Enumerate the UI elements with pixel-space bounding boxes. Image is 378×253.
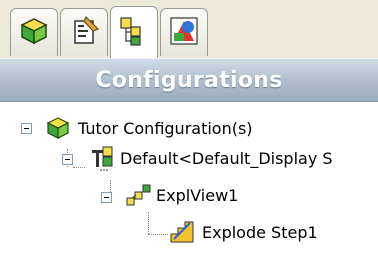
configuration-manager-icon bbox=[116, 13, 152, 53]
configurations-header: Configurations bbox=[0, 58, 378, 102]
collapse-root-button[interactable] bbox=[21, 123, 32, 134]
tree-node-root[interactable]: Tutor Configuration(s) bbox=[44, 112, 253, 144]
tree-node-default-config[interactable]: Default<Default_Display S bbox=[88, 142, 333, 174]
tab-property-manager[interactable] bbox=[60, 8, 108, 56]
tree-node-explode-step[interactable]: Explode Step1 bbox=[168, 216, 318, 248]
tree-connector bbox=[73, 167, 85, 168]
tree-node-label: Tutor Configuration(s) bbox=[78, 118, 253, 138]
tree-node-explview[interactable]: ExplView1 bbox=[124, 179, 238, 211]
display-manager-icon bbox=[166, 13, 202, 53]
explode-step-icon bbox=[168, 218, 196, 246]
tab-strip bbox=[0, 0, 378, 62]
collapse-default-button[interactable] bbox=[62, 154, 73, 165]
config-default-icon bbox=[88, 144, 116, 172]
collapse-explview-button[interactable] bbox=[101, 192, 112, 203]
configuration-icon bbox=[44, 114, 72, 142]
exploded-view-icon bbox=[124, 181, 152, 209]
panel-title: Configurations bbox=[95, 67, 283, 93]
configuration-tree: Tutor Configuration(s) Default<Default_D… bbox=[0, 102, 378, 253]
tree-connector bbox=[148, 234, 168, 235]
feature-manager-icon bbox=[16, 13, 52, 53]
tab-feature-manager[interactable] bbox=[10, 8, 58, 56]
tree-node-label: ExplView1 bbox=[156, 185, 239, 205]
tab-display-manager[interactable] bbox=[160, 8, 208, 56]
property-manager-icon bbox=[66, 13, 102, 53]
tree-node-label: Default<Default_Display S bbox=[120, 148, 333, 168]
tree-node-label: Explode Step1 bbox=[202, 222, 318, 242]
tab-configuration-manager[interactable] bbox=[110, 6, 158, 58]
tree-connector bbox=[148, 212, 149, 234]
